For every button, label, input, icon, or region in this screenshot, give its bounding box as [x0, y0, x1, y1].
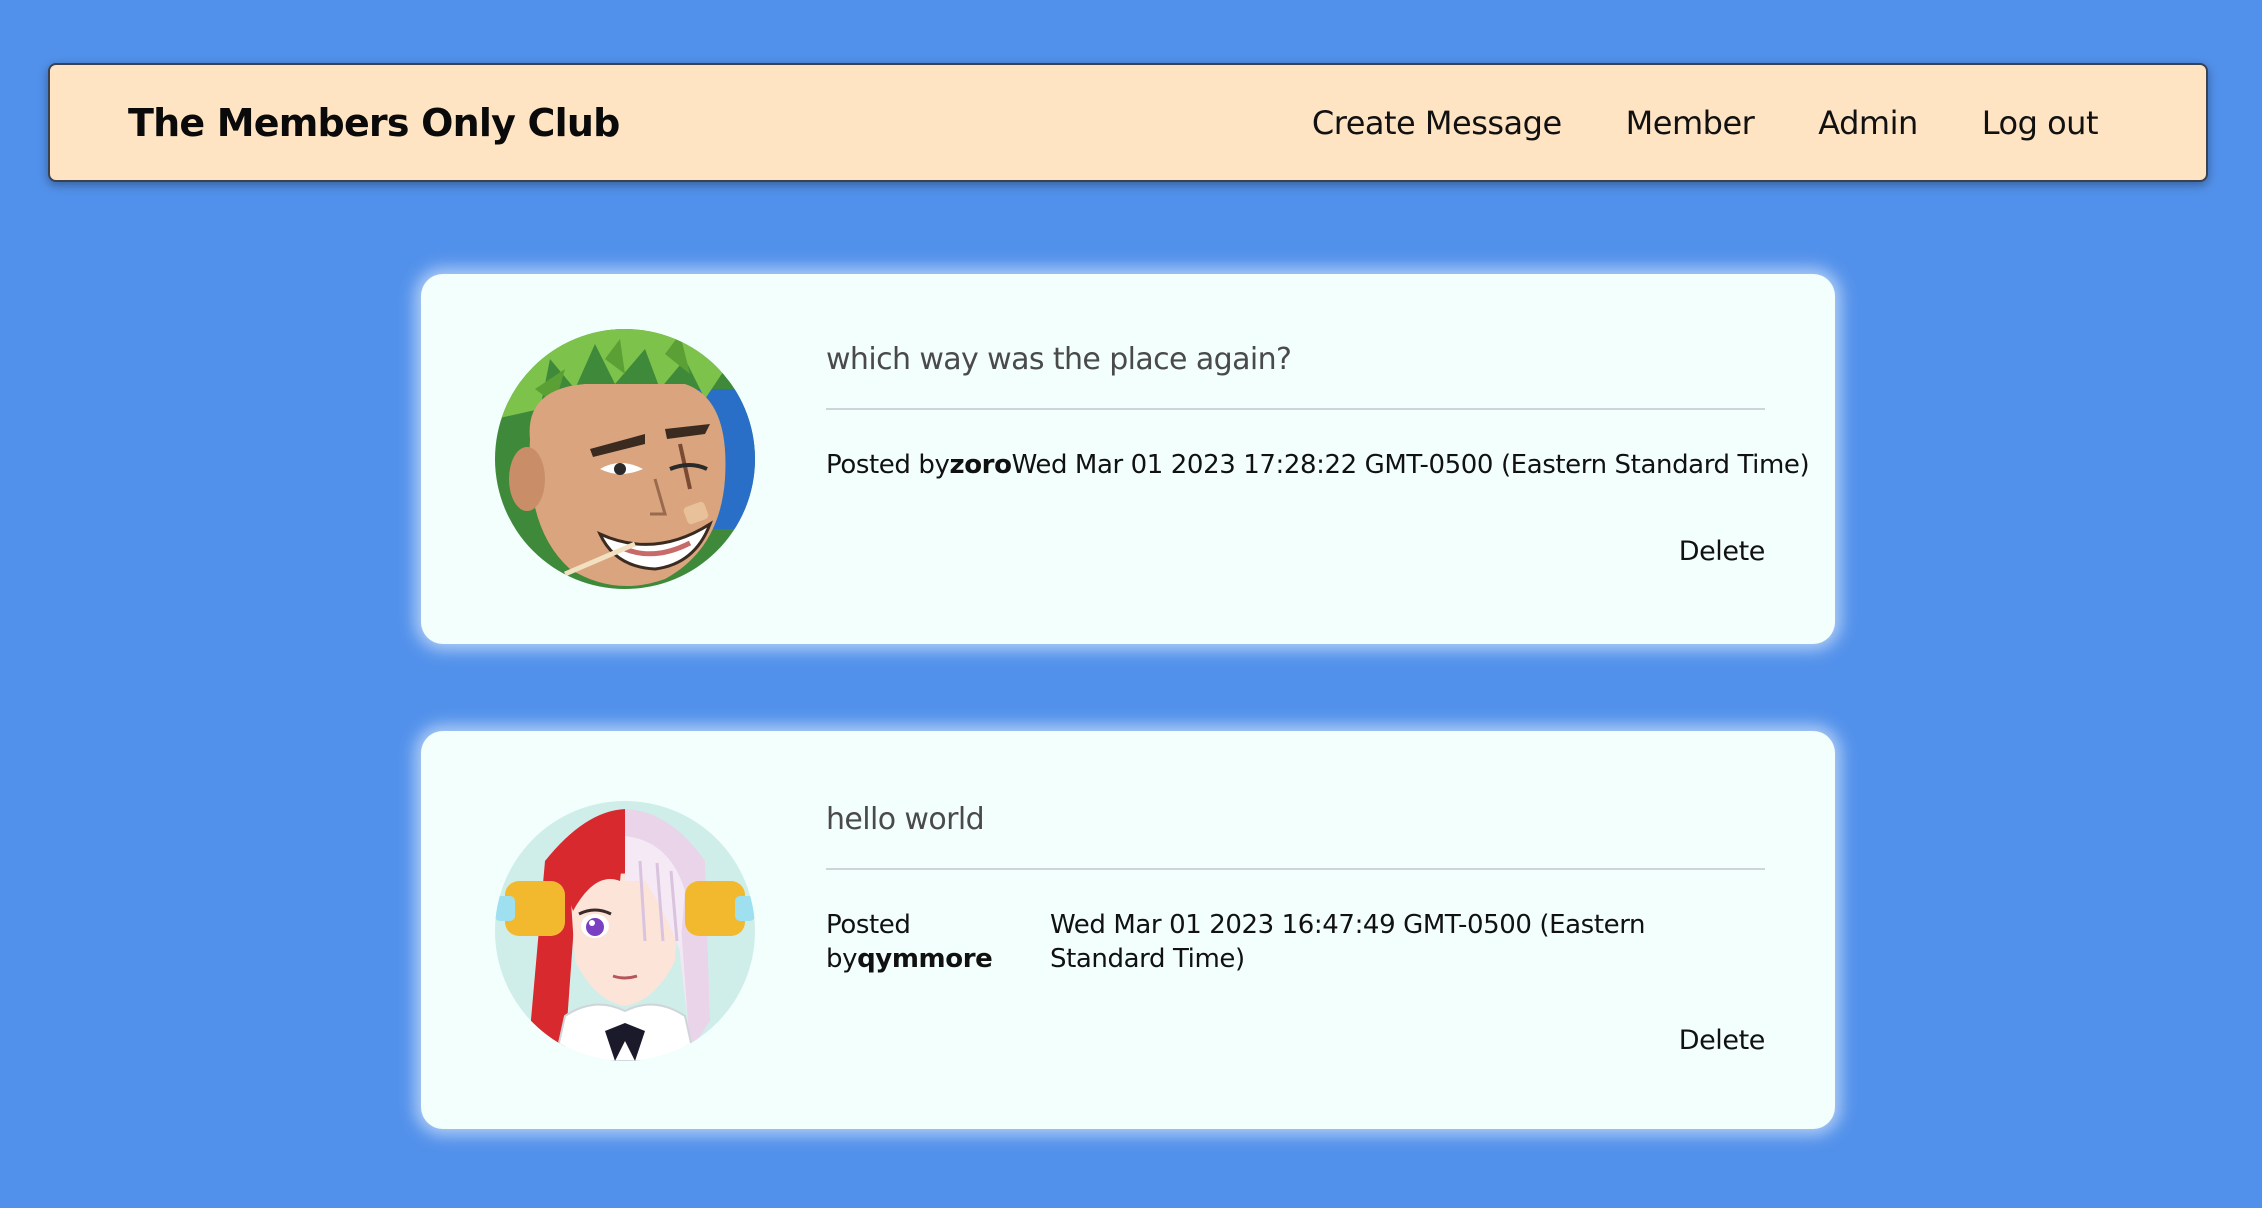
posted-by-prefix: Posted by	[826, 450, 950, 480]
author-name: qymmore	[857, 944, 993, 974]
red-white-haired-singer-avatar	[495, 801, 755, 1061]
message-meta: Posted byqymmore Wed Mar 01 2023 16:47:4…	[826, 908, 1765, 976]
divider	[826, 408, 1765, 410]
nav-admin-link[interactable]: Admin	[1818, 104, 1918, 142]
green-haired-swordsman-avatar	[495, 329, 755, 589]
message-card: hello world Posted byqymmore Wed Mar 01 …	[421, 731, 1835, 1129]
message-meta: Posted byzoro Wed Mar 01 2023 17:28:22 G…	[826, 448, 1810, 482]
avatar	[495, 329, 755, 589]
post-date: Wed Mar 01 2023 16:47:49 GMT-0500 (Easte…	[1050, 910, 1646, 974]
navbar: The Members Only Club Create Message Mem…	[48, 63, 2208, 182]
delete-button[interactable]: Delete	[1679, 536, 1766, 567]
message-text: which way was the place again?	[826, 342, 1292, 377]
avatar	[495, 801, 755, 1061]
delete-button[interactable]: Delete	[1679, 1025, 1766, 1056]
message-body: hello world Posted byqymmore Wed Mar 01 …	[826, 802, 1765, 976]
author-name: zoro	[949, 450, 1012, 480]
nav-logout-link[interactable]: Log out	[1982, 104, 2099, 142]
message-card: which way was the place again? Posted by…	[421, 274, 1835, 644]
nav-links: Create Message Member Admin Log out	[1312, 104, 2099, 142]
post-date: Wed Mar 01 2023 17:28:22 GMT-0500 (Easte…	[1011, 450, 1810, 480]
posted-by: Posted byzoro	[826, 448, 1012, 482]
message-text: hello world	[826, 802, 985, 837]
message-body: which way was the place again? Posted by…	[826, 342, 1810, 482]
divider	[826, 868, 1765, 870]
nav-create-message-link[interactable]: Create Message	[1312, 104, 1562, 142]
nav-member-link[interactable]: Member	[1626, 104, 1755, 142]
posted-by: Posted byqymmore	[826, 908, 993, 976]
brand-title[interactable]: The Members Only Club	[128, 101, 620, 145]
